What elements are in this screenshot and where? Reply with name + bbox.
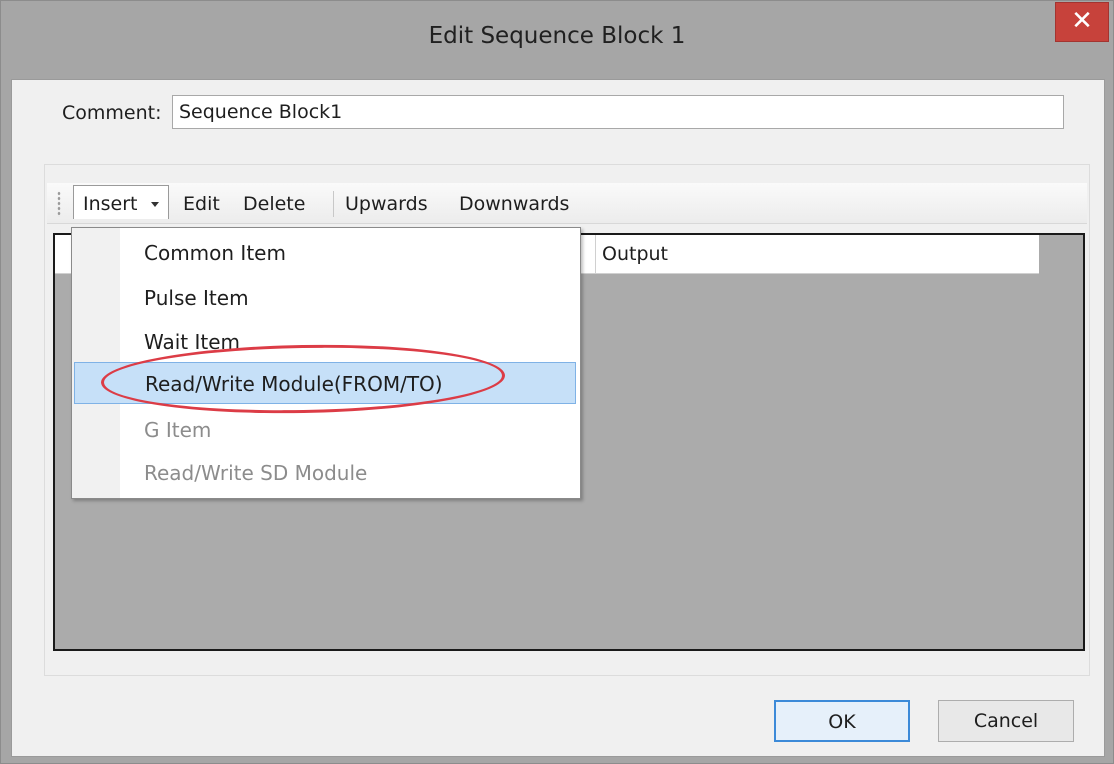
delete-button[interactable]: Delete xyxy=(243,193,305,215)
menu-item-common-item[interactable]: Common Item xyxy=(74,231,576,273)
comment-label: Comment: xyxy=(62,102,162,124)
downwards-button[interactable]: Downwards xyxy=(459,193,569,215)
menu-item-read-write-module[interactable]: Read/Write Module(FROM/TO) xyxy=(74,362,576,404)
cancel-button[interactable]: Cancel xyxy=(938,700,1074,742)
edit-sequence-block-dialog: Edit Sequence Block 1 ✕ Comment: Sequenc… xyxy=(0,0,1114,764)
menu-item-pulse-item[interactable]: Pulse Item xyxy=(74,276,576,318)
menu-item-g-item[interactable]: G Item xyxy=(74,408,576,450)
menu-item-wait-item[interactable]: Wait Item xyxy=(74,320,576,362)
menu-item-read-write-sd-module[interactable]: Read/Write SD Module xyxy=(74,451,576,493)
edit-button[interactable]: Edit xyxy=(183,193,220,215)
menu-item-label: Pulse Item xyxy=(144,286,249,310)
title-bar[interactable]: Edit Sequence Block 1 ✕ xyxy=(2,1,1112,79)
close-icon: ✕ xyxy=(1071,6,1093,36)
toolbar-separator xyxy=(333,191,334,217)
ok-button[interactable]: OK xyxy=(774,700,910,742)
close-button[interactable]: ✕ xyxy=(1055,2,1109,42)
menu-item-label: Common Item xyxy=(144,241,286,265)
insert-button-label: Insert xyxy=(83,193,138,215)
menu-item-label: Read/Write SD Module xyxy=(144,461,368,485)
dialog-title: Edit Sequence Block 1 xyxy=(428,23,686,49)
grid-column-header-output[interactable]: Output xyxy=(595,235,668,273)
items-toolbar: Insert Edit Delete Upwards Downwards xyxy=(47,183,1087,224)
toolbar-grip-icon[interactable] xyxy=(57,191,61,217)
chevron-down-icon xyxy=(151,202,159,207)
menu-item-label: Wait Item xyxy=(144,330,241,354)
menu-item-label: G Item xyxy=(144,418,212,442)
insert-menu: Common Item Pulse Item Wait Item Read/Wr… xyxy=(71,227,581,499)
upwards-button[interactable]: Upwards xyxy=(345,193,428,215)
comment-input[interactable]: Sequence Block1 xyxy=(172,95,1064,129)
menu-item-label: Read/Write Module(FROM/TO) xyxy=(145,372,443,396)
